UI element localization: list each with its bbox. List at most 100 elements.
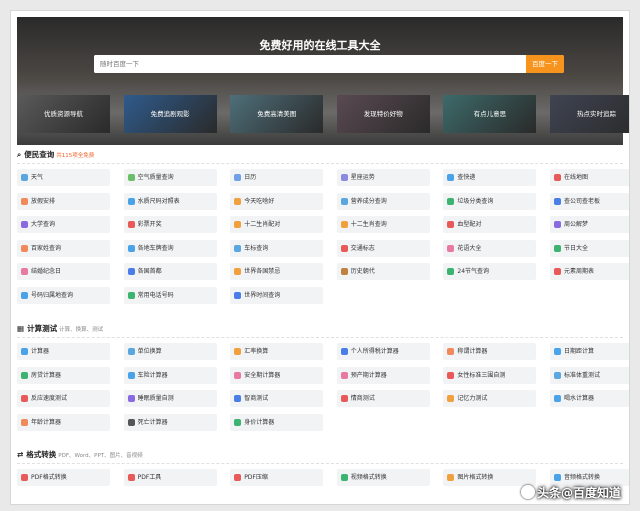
tool-label: PDF格式转换: [31, 474, 67, 481]
search-input[interactable]: [94, 55, 526, 73]
tool-link[interactable]: 日历: [230, 169, 324, 186]
tool-link[interactable]: 天气: [17, 169, 110, 186]
tool-link[interactable]: 今天吃啥好: [230, 192, 324, 210]
search-bar: 百度一下: [94, 55, 564, 73]
tool-link[interactable]: 喝水计算器: [550, 390, 629, 407]
tool-label: 星座运势: [350, 174, 375, 181]
calculator-icon: ▦: [17, 324, 25, 333]
tool-link[interactable]: 24节气查询: [443, 263, 537, 280]
tool-link[interactable]: 放假安排: [17, 192, 110, 210]
tool-link[interactable]: 视频格式转换: [336, 469, 430, 486]
tool-label: 水质尺码对照表: [137, 197, 180, 205]
tool-link[interactable]: 各地车牌查询: [123, 239, 217, 257]
tool-link[interactable]: 十二生肖查询: [336, 216, 430, 233]
tool-icon: [21, 291, 28, 299]
tool-link[interactable]: 世界各国禁忌: [230, 263, 324, 280]
tool-icon: [340, 268, 348, 275]
tool-label: 结婚纪念日: [31, 268, 62, 275]
tool-link[interactable]: 各国首都: [123, 263, 217, 280]
tool-link[interactable]: PDF工具: [123, 469, 217, 486]
tool-icon: [127, 221, 135, 228]
section-title: 计算测试: [27, 324, 58, 333]
tool-icon: [554, 371, 561, 379]
convert-icon: ⇄: [17, 450, 24, 459]
tool-link[interactable]: 房贷计算器: [17, 366, 110, 384]
tool-link[interactable]: 十二生肖配对: [230, 216, 324, 233]
tool-link[interactable]: 个人所得税计算器: [336, 343, 430, 360]
tool-icon: [127, 371, 135, 379]
tool-icon: [21, 348, 28, 355]
tool-link[interactable]: 标准体重测试: [550, 366, 629, 384]
tool-link[interactable]: 单位换算: [123, 343, 217, 360]
tool-label: PDF工具: [137, 474, 162, 481]
tool-link[interactable]: 记忆力测试: [443, 390, 537, 407]
tool-icon: [234, 418, 242, 426]
tool-link[interactable]: 身价计算器: [230, 413, 324, 431]
tool-label: 年龄计算器: [31, 418, 62, 426]
tool-icon: [554, 197, 561, 205]
tool-link[interactable]: 垃圾分类查询: [443, 192, 537, 210]
tool-link[interactable]: 周公解梦: [550, 216, 629, 233]
tool-link[interactable]: 女性标准三围自测: [443, 366, 537, 384]
tool-link[interactable]: 汇率换算: [230, 343, 324, 360]
tool-link[interactable]: 在线地图: [550, 169, 629, 186]
category-card[interactable]: 有点儿意思: [443, 95, 537, 133]
tool-link[interactable]: 星座运势: [336, 169, 430, 186]
tool-link[interactable]: 查快递: [443, 169, 537, 186]
tool-link[interactable]: 大学查询: [17, 216, 110, 233]
tool-link[interactable]: 反应速度测试: [17, 390, 110, 407]
category-card[interactable]: 免费高清美图: [230, 95, 324, 133]
tool-link[interactable]: 查公司查老板: [550, 192, 629, 210]
tool-link[interactable]: 年龄计算器: [17, 413, 110, 431]
tool-link[interactable]: 预产期计算器: [336, 366, 430, 384]
tool-link[interactable]: 称谓计算器: [443, 343, 537, 360]
category-card[interactable]: 热点实时追踪: [550, 95, 629, 133]
search-button[interactable]: 百度一下: [526, 55, 564, 73]
tool-link[interactable]: 计算器: [17, 343, 110, 360]
tool-icon: [447, 371, 455, 379]
tool-icon: [447, 174, 455, 181]
tool-link[interactable]: PDF压缩: [230, 469, 324, 486]
tool-icon: [21, 395, 28, 402]
tool-label: 女性标准三围自测: [457, 371, 506, 379]
tool-label: 周公解梦: [564, 221, 589, 228]
tool-link[interactable]: 百家姓查询: [17, 239, 110, 257]
tool-link[interactable]: PDF格式转换: [17, 469, 110, 486]
tool-link[interactable]: 结婚纪念日: [17, 263, 110, 280]
tool-label: 安全期计算器: [244, 371, 281, 379]
tool-label: 标准体重测试: [564, 371, 601, 379]
tool-link[interactable]: 车标查询: [230, 239, 324, 257]
tool-link[interactable]: 交通标志: [336, 239, 430, 257]
tool-link[interactable]: 情商测试: [336, 390, 430, 407]
tool-link[interactable]: 营养成分查询: [336, 192, 430, 210]
tool-label: 个人所得税计算器: [350, 348, 399, 355]
tool-link[interactable]: 彩票开奖: [123, 216, 217, 233]
tool-link[interactable]: 元素周期表: [550, 263, 629, 280]
tool-icon: [21, 221, 28, 228]
tool-link[interactable]: 历史朝代: [336, 263, 430, 280]
tool-label: 各地车牌查询: [137, 244, 174, 252]
category-card[interactable]: 发现特价好物: [336, 95, 430, 133]
tool-link[interactable]: 空气质量查询: [123, 169, 217, 186]
tool-link[interactable]: 睡眠质量自测: [123, 390, 217, 407]
tool-link[interactable]: 常用电话号码: [123, 286, 217, 304]
tool-label: 日历: [244, 174, 257, 181]
tool-link[interactable]: 智商测试: [230, 390, 324, 407]
tool-icon: [340, 474, 348, 481]
tool-label: 今天吃啥好: [244, 197, 275, 205]
tool-link[interactable]: 水质尺码对照表: [123, 192, 217, 210]
tool-link[interactable]: 死亡计算器: [123, 413, 217, 431]
tool-link[interactable]: 世界时间查询: [230, 286, 324, 304]
tool-label: 世界时间查询: [244, 291, 281, 299]
tool-link[interactable]: 日期距计算: [550, 343, 629, 360]
category-card[interactable]: 免费追剧观影: [123, 95, 217, 133]
section-title: 便民查询: [24, 150, 55, 159]
tool-link[interactable]: 花语大全: [443, 239, 537, 257]
tool-link[interactable]: 节日大全: [550, 239, 629, 257]
tool-link[interactable]: 号码归属地查询: [17, 286, 110, 304]
tool-label: 车险计算器: [137, 371, 168, 379]
category-card[interactable]: 优质资源导航: [17, 95, 110, 133]
tool-link[interactable]: 安全期计算器: [230, 366, 324, 384]
tool-link[interactable]: 车险计算器: [123, 366, 217, 384]
tool-link[interactable]: 血型配对: [443, 216, 537, 233]
